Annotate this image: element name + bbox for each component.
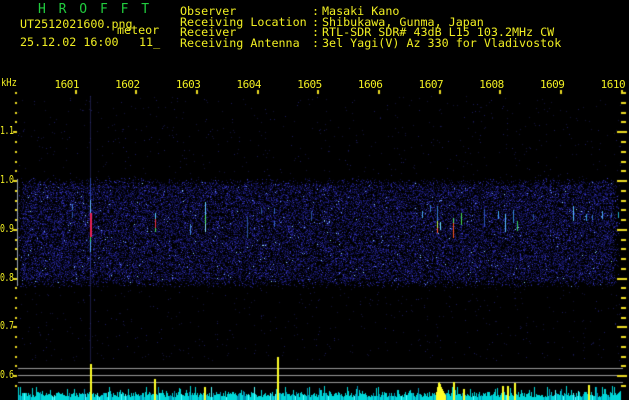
time-tick-label: 1610 <box>600 77 626 91</box>
time-tick-label: 1609 <box>539 77 565 91</box>
output-filename: UT2512021600.png <box>20 17 133 31</box>
time-tick-label: 1604 <box>236 77 262 91</box>
datetime-label: 25.12.02 16:00 <box>20 35 119 49</box>
counter-value: 11_ <box>139 35 161 49</box>
time-tick-label: 1605 <box>297 77 322 91</box>
time-tick-label: 1607 <box>418 77 444 91</box>
hrofft-window: H R O F F T UT2512021600.png meteor 25.1… <box>0 0 629 400</box>
field-value: 3el Yagi(V) Az 330 for Vladivostok <box>322 35 562 50</box>
time-tick-label: 1601 <box>54 77 80 91</box>
freq-tick-label: 1.0 <box>0 173 14 186</box>
freq-tick-label: 0.9 <box>0 221 14 235</box>
app-title: H R O F F T <box>38 2 152 17</box>
freq-tick-label: 0.6 <box>0 368 14 382</box>
freq-tick-label: 1.1 <box>0 124 14 138</box>
header-field-row: Receiving Antenna : 3el Yagi(V) Az 330 f… <box>180 35 629 50</box>
field-colon: : <box>312 35 320 50</box>
time-tick-label: 1603 <box>175 77 201 91</box>
time-tick-label: 1606 <box>357 77 383 91</box>
field-label: Receiving Antenna <box>180 35 300 50</box>
time-tick-label: 1608 <box>479 77 504 91</box>
freq-tick-label: 0.8 <box>0 270 14 284</box>
freq-axis-unit: kHz <box>1 76 17 89</box>
freq-tick-label: 0.7 <box>0 319 14 333</box>
time-tick-label: 1602 <box>115 77 140 91</box>
spectrogram-canvas <box>0 0 629 400</box>
